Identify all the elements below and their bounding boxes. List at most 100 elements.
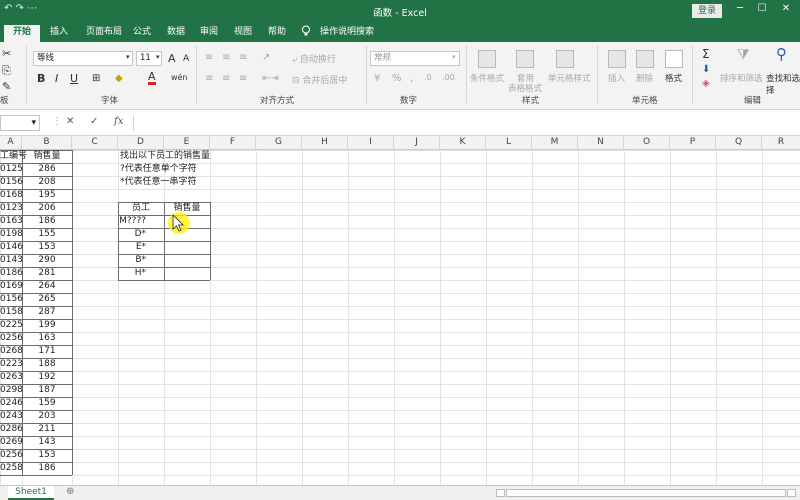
- fill-icon[interactable]: ⬇: [702, 64, 710, 75]
- cell-employee-id[interactable]: 0243: [0, 410, 23, 423]
- cell-employee-id[interactable]: 0156: [0, 176, 23, 189]
- lookup-pattern-cell[interactable]: M????: [118, 215, 146, 228]
- increase-decimal-icon[interactable]: .0: [424, 73, 432, 82]
- name-box[interactable]: ▾: [0, 115, 40, 131]
- worksheet-grid[interactable]: 工编号 销售量 0125 286 0156 208 0168 195 0123 206 0163 18…: [0, 150, 800, 485]
- cell-employee-id[interactable]: 0156: [0, 293, 23, 306]
- tab-data[interactable]: 数据: [162, 25, 190, 42]
- cell-sales[interactable]: 188: [22, 358, 72, 371]
- cell-sales[interactable]: 199: [22, 319, 72, 332]
- align-center-icon[interactable]: ≡: [222, 73, 230, 84]
- cancel-formula-button[interactable]: ✕: [66, 116, 74, 127]
- fill-color-icon[interactable]: ◆: [115, 73, 123, 84]
- cell-employee-id[interactable]: 0143: [0, 254, 23, 267]
- lookup-pattern-cell[interactable]: H*: [118, 267, 146, 280]
- merge-center-button[interactable]: ⊟ 合并后居中: [292, 73, 347, 86]
- cell-sales[interactable]: 203: [22, 410, 72, 423]
- align-middle-icon[interactable]: ≡: [222, 52, 230, 63]
- cell-sales[interactable]: 290: [22, 254, 72, 267]
- column-header-a[interactable]: A: [0, 136, 22, 150]
- cell-sales[interactable]: 187: [22, 384, 72, 397]
- currency-icon[interactable]: ¥: [374, 73, 380, 84]
- clear-icon[interactable]: ◈: [702, 78, 710, 89]
- lookup-result-cell[interactable]: [164, 254, 210, 267]
- column-header-f[interactable]: F: [210, 136, 256, 150]
- cell-employee-id[interactable]: 0269: [0, 436, 23, 449]
- font-name-select[interactable]: 等线: [33, 51, 133, 66]
- maximize-button[interactable]: ☐: [752, 3, 772, 14]
- cell-sales[interactable]: 171: [22, 345, 72, 358]
- format-painter-icon[interactable]: ✎: [2, 80, 11, 93]
- header-cell-sales[interactable]: 销售量: [22, 150, 72, 163]
- minimize-button[interactable]: ─: [730, 3, 750, 14]
- cell-employee-id[interactable]: 0198: [0, 228, 23, 241]
- header-cell-employee-id[interactable]: 工编号: [0, 150, 27, 163]
- align-top-icon[interactable]: ≡: [205, 52, 213, 63]
- autosum-button[interactable]: Σ: [702, 47, 710, 61]
- cell-employee-id[interactable]: 0246: [0, 397, 23, 410]
- column-header-n[interactable]: N: [578, 136, 624, 150]
- cut-icon[interactable]: ✂: [2, 47, 11, 60]
- table-format-button-line2[interactable]: 表格格式: [508, 82, 542, 94]
- percent-icon[interactable]: %: [392, 73, 402, 84]
- cell-employee-id[interactable]: 0146: [0, 241, 23, 254]
- cell-sales[interactable]: 143: [22, 436, 72, 449]
- cell-employee-id[interactable]: 0256: [0, 332, 23, 345]
- column-header-p[interactable]: P: [670, 136, 716, 150]
- cell-employee-id[interactable]: 0223: [0, 358, 23, 371]
- tell-me-search[interactable]: 操作说明搜索: [316, 25, 378, 42]
- orientation-icon[interactable]: ↗: [262, 52, 270, 63]
- shrink-font-button[interactable]: A: [183, 54, 189, 64]
- tab-page-layout[interactable]: 页面布局: [80, 25, 128, 42]
- comma-icon[interactable]: ,: [410, 73, 413, 84]
- cell-employee-id[interactable]: 0286: [0, 423, 23, 436]
- formula-input[interactable]: [133, 115, 800, 131]
- lookup-result-cell[interactable]: [164, 267, 210, 280]
- align-left-icon[interactable]: ≡: [205, 73, 213, 84]
- find-select-button[interactable]: 查找和选择: [766, 72, 800, 96]
- cell-employee-id[interactable]: 0125: [0, 163, 23, 176]
- cell-sales[interactable]: 159: [22, 397, 72, 410]
- lookup-pattern-cell[interactable]: B*: [118, 254, 146, 267]
- column-header-h[interactable]: H: [302, 136, 348, 150]
- column-header-m[interactable]: M: [532, 136, 578, 150]
- cell-sales[interactable]: 265: [22, 293, 72, 306]
- cell-employee-id[interactable]: 0169: [0, 280, 23, 293]
- cell-sales[interactable]: 186: [22, 215, 72, 228]
- insert-function-button[interactable]: fx: [114, 116, 123, 127]
- cell-sales[interactable]: 281: [22, 267, 72, 280]
- cell-employee-id[interactable]: 0298: [0, 384, 23, 397]
- column-header-r[interactable]: R: [762, 136, 800, 150]
- cell-sales[interactable]: 287: [22, 306, 72, 319]
- column-header-b[interactable]: B: [22, 136, 72, 150]
- cell-sales[interactable]: 264: [22, 280, 72, 293]
- chevron-down-icon[interactable]: ▾: [156, 53, 160, 61]
- tab-review[interactable]: 审阅: [195, 25, 223, 42]
- column-header-e[interactable]: E: [164, 136, 210, 150]
- login-button[interactable]: 登录: [692, 4, 722, 18]
- tab-help[interactable]: 帮助: [263, 25, 291, 42]
- cell-employee-id[interactable]: 0268: [0, 345, 23, 358]
- format-cells-button[interactable]: 格式: [665, 72, 682, 84]
- delete-cells-button[interactable]: 删除: [636, 72, 653, 84]
- tab-insert[interactable]: 插入: [44, 25, 74, 42]
- cell-sales[interactable]: 206: [22, 202, 72, 215]
- column-header-d[interactable]: D: [118, 136, 164, 150]
- cell-sales[interactable]: 163: [22, 332, 72, 345]
- decrease-decimal-icon[interactable]: .00: [442, 73, 455, 82]
- bold-button[interactable]: B: [37, 72, 45, 85]
- close-button[interactable]: ✕: [776, 3, 796, 14]
- cell-styles-button[interactable]: 单元格样式: [548, 72, 591, 84]
- cell-sales[interactable]: 155: [22, 228, 72, 241]
- cell-sales[interactable]: 153: [22, 449, 72, 462]
- tab-home[interactable]: 开始: [4, 25, 40, 42]
- note-text[interactable]: *代表任意一串字符: [120, 176, 260, 189]
- lookup-result-cell[interactable]: [164, 241, 210, 254]
- cell-employee-id[interactable]: 0263: [0, 371, 23, 384]
- align-right-icon[interactable]: ≡: [239, 73, 247, 84]
- tab-view[interactable]: 视图: [229, 25, 257, 42]
- column-header-j[interactable]: J: [394, 136, 440, 150]
- enter-formula-button[interactable]: ✓: [90, 116, 98, 127]
- lookup-result-cell[interactable]: [164, 228, 210, 241]
- cell-employee-id[interactable]: 0163: [0, 215, 23, 228]
